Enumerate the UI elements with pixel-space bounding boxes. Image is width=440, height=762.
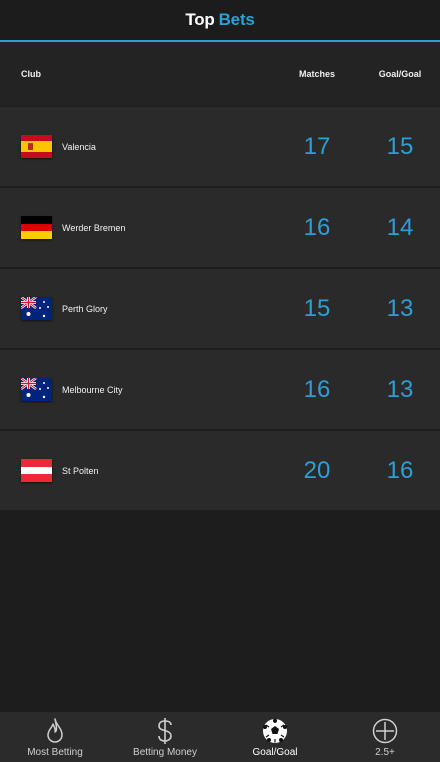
tab-2-5-plus[interactable]: 2.5+	[330, 712, 440, 762]
club-cell: Melbourne City	[0, 378, 274, 401]
clubs-table: Valencia 17 15 Werder Bremen 16 14 Perth…	[0, 107, 440, 512]
column-header-goal: Goal/Goal	[378, 69, 422, 79]
soccer-ball-icon	[261, 717, 289, 745]
club-name: Werder Bremen	[62, 222, 126, 233]
club-name: St Polten	[62, 465, 99, 476]
title-part-bets: Bets	[218, 10, 255, 29]
club-name: Valencia	[62, 141, 96, 152]
flame-icon	[41, 717, 69, 745]
tab-goal-goal[interactable]: Goal/Goal	[220, 712, 330, 762]
goal-goal-value: 14	[386, 213, 414, 241]
bottom-tab-bar: Most Betting Betting Money Goal/Goal 2.5…	[0, 712, 440, 762]
table-row[interactable]: Werder Bremen 16 14	[0, 188, 440, 269]
matches-value: 16	[303, 375, 331, 403]
tab-betting-money[interactable]: Betting Money	[110, 712, 220, 762]
plus-circle-icon	[371, 717, 399, 745]
table-row[interactable]: Melbourne City 16 13	[0, 350, 440, 431]
app-header: Top Bets	[0, 0, 440, 42]
matches-value: 17	[303, 132, 331, 160]
matches-value: 15	[303, 294, 331, 322]
club-name: Perth Glory	[62, 303, 108, 314]
table-header: Club Matches Goal/Goal	[0, 42, 440, 106]
table-row[interactable]: Perth Glory 15 13	[0, 269, 440, 350]
tab-label: Most Betting	[27, 747, 83, 758]
matches-value: 16	[303, 213, 331, 241]
table-row[interactable]: Valencia 17 15	[0, 107, 440, 188]
goal-goal-value: 13	[386, 294, 414, 322]
tab-label: Goal/Goal	[252, 747, 298, 758]
column-header-club: Club	[21, 69, 41, 79]
germany-flag-icon	[21, 216, 52, 239]
column-header-matches: Matches	[298, 69, 335, 79]
austria-flag-icon	[21, 459, 52, 482]
dollar-icon	[151, 717, 179, 745]
spain-flag-icon	[21, 135, 52, 158]
matches-value: 20	[303, 456, 331, 484]
australia-flag-icon	[21, 297, 52, 320]
club-cell: Werder Bremen	[0, 216, 274, 239]
club-cell: Valencia	[0, 135, 274, 158]
australia-flag-icon	[21, 378, 52, 401]
title-part-top: Top	[185, 10, 215, 29]
club-cell: St Polten	[0, 459, 274, 482]
table-row[interactable]: St Polten 20 16	[0, 431, 440, 512]
tab-label: Betting Money	[133, 747, 197, 758]
goal-goal-value: 15	[386, 132, 414, 160]
club-cell: Perth Glory	[0, 297, 274, 320]
tab-label: 2.5+	[375, 747, 395, 758]
club-name: Melbourne City	[62, 384, 123, 395]
goal-goal-value: 13	[386, 375, 414, 403]
tab-most-betting[interactable]: Most Betting	[0, 712, 110, 762]
page-title: Top Bets	[185, 10, 255, 30]
goal-goal-value: 16	[386, 456, 414, 484]
